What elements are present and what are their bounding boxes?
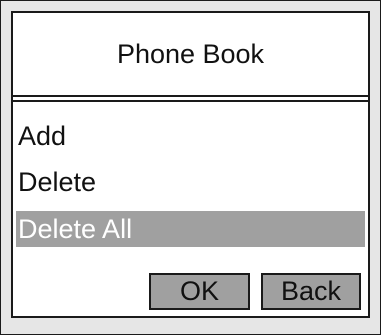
page-title: Phone Book xyxy=(116,38,265,69)
title-bar: Phone Book xyxy=(13,13,368,95)
ok-button[interactable]: OK xyxy=(149,273,250,310)
menu-item-add[interactable]: Add xyxy=(13,118,368,154)
back-button[interactable]: Back xyxy=(261,273,361,310)
menu-item-delete[interactable]: Delete xyxy=(13,164,368,200)
phone-screen: Phone Book Add Delete Delete All OK Back xyxy=(0,0,381,335)
menu-item-delete-all[interactable]: Delete All xyxy=(16,211,365,247)
phone-book-panel: Phone Book Add Delete Delete All OK Back xyxy=(11,11,370,318)
title-divider xyxy=(13,95,368,102)
